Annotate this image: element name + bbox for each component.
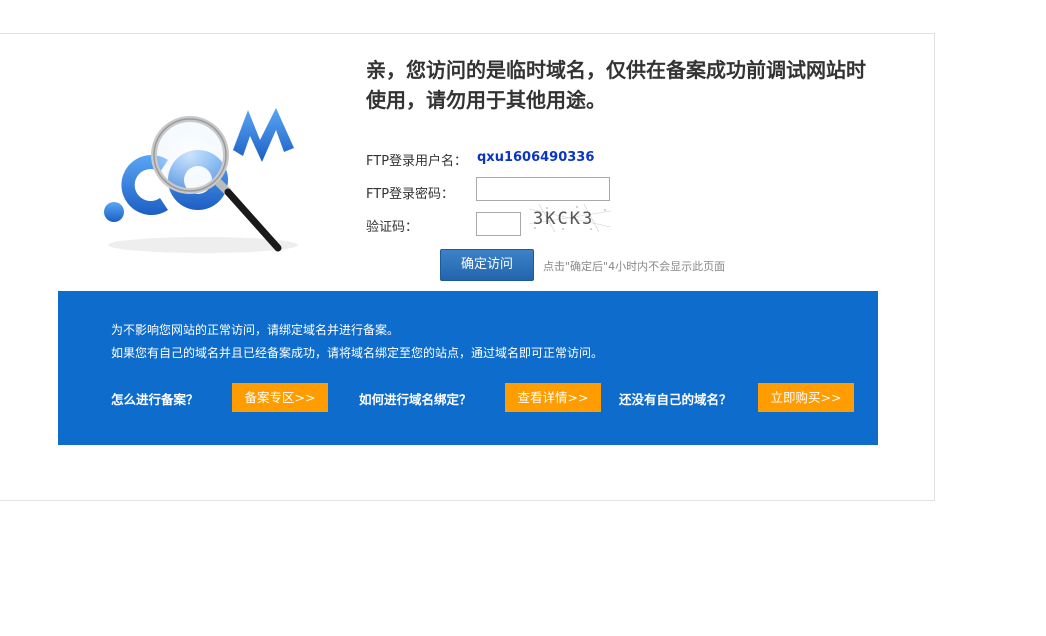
username-row: FTP登录用户名： qxu1606490336 [366,150,594,169]
no-domain-question: 还没有自己的域名？ [619,392,732,407]
filing-question: 怎么进行备案？ [111,392,199,407]
buy-now-button[interactable]: 立即购买>> [758,383,854,412]
notice-line-2: 如果您有自己的域名并且已经备案成功，请将域名绑定至您的站点，通过域名即可正常访问… [111,346,604,360]
confirm-visit-button[interactable]: 确定访问 [440,249,534,281]
page-headline: 亲，您访问的是临时域名，仅供在备案成功前调试网站时使用，请勿用于其他用途。 [366,58,866,112]
password-label: FTP登录密码： [366,187,455,202]
filing-zone-button[interactable]: 备案专区>> [232,383,328,412]
captcha-label: 验证码： [366,220,419,235]
captcha-text: 3KCK3 [533,209,594,229]
username-label: FTP登录用户名： [366,154,468,169]
password-row: FTP登录密码： [366,177,610,202]
domain-binding-question: 如何进行域名绑定？ [359,392,472,407]
view-details-button[interactable]: 查看详情>> [505,383,601,412]
password-input[interactable] [476,177,610,201]
captcha-row: 验证码： 3KCK3 [366,204,611,236]
captcha-input[interactable] [476,212,521,236]
username-value: qxu1606490336 [477,150,595,165]
notice-line-1: 为不影响您网站的正常访问，请绑定域名并进行备案。 [111,323,400,337]
confirm-hint: 点击"确定后"4小时内不会显示此页面 [543,260,726,273]
dotcom-magnifier-icon [104,108,298,253]
captcha-image[interactable]: 3KCK3 [529,204,611,232]
info-panel: 为不影响您网站的正常访问，请绑定域名并进行备案。 如果您有自己的域名并且已经备案… [58,291,878,445]
